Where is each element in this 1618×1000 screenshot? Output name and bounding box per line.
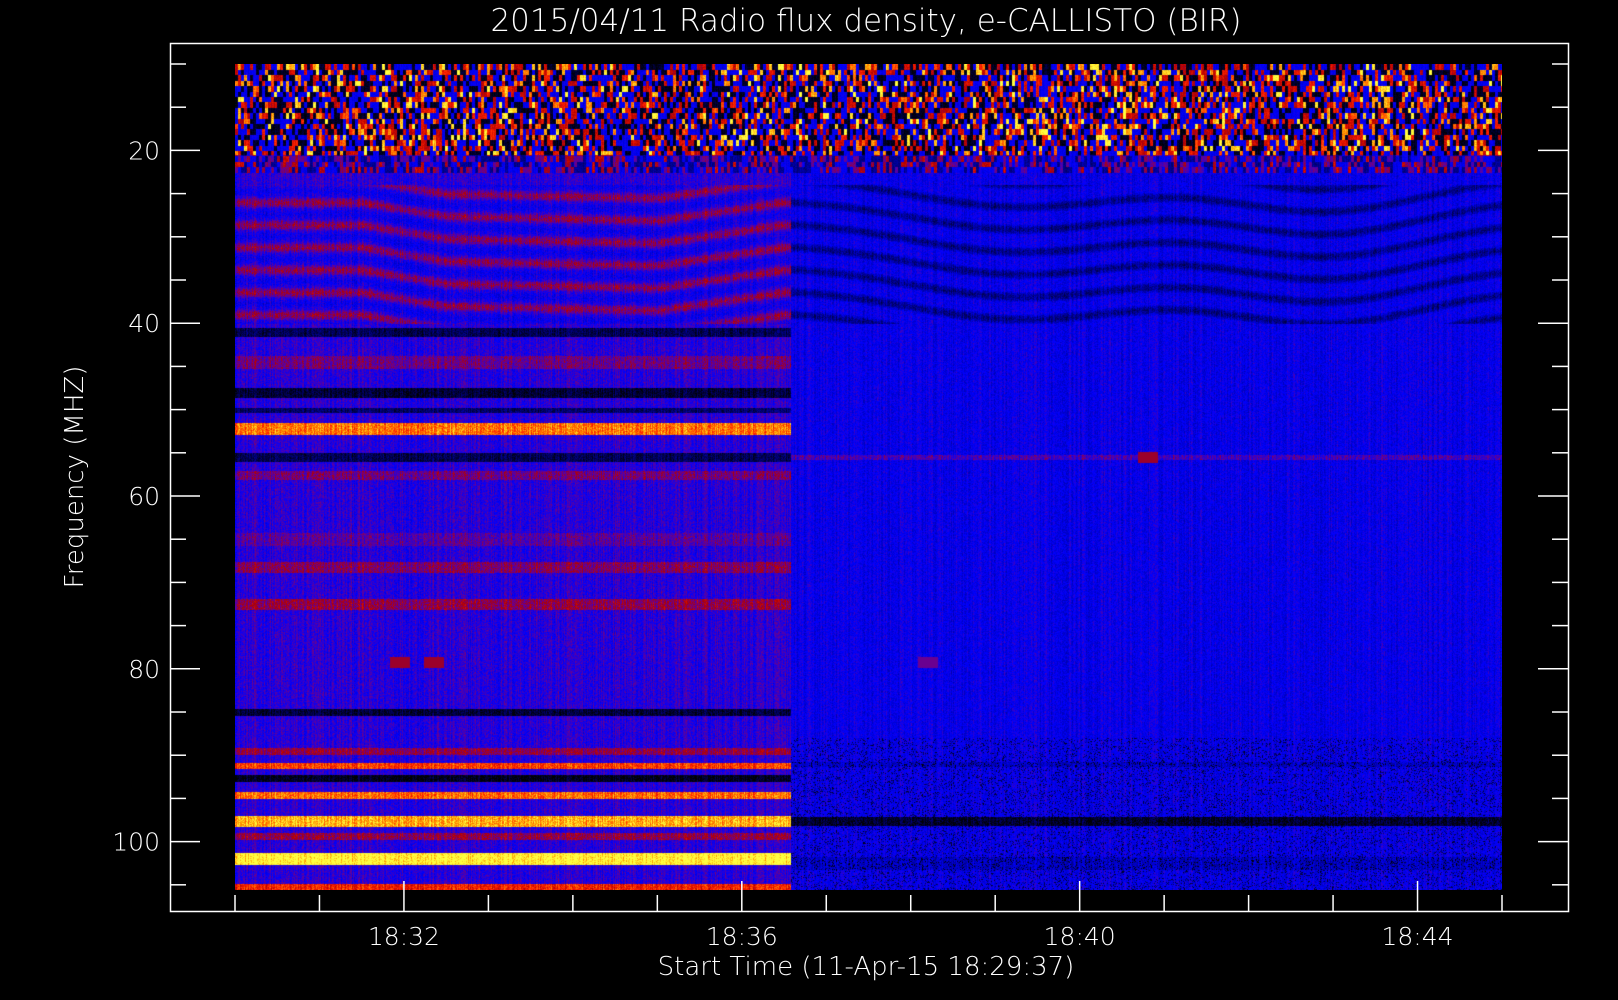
x-axis-label: Start Time (11-Apr-15 18:29:37)	[658, 952, 1075, 982]
y-tick-label: 100	[112, 828, 160, 857]
y-axis-label: Frequency (MHZ)	[60, 366, 90, 589]
y-tick-label: 80	[128, 655, 160, 684]
x-tick-label: 18:40	[1044, 922, 1116, 951]
plot-axes: 2015/04/11 Radio flux density, e-CALLIST…	[60, 3, 1570, 982]
y-tick-label: 20	[128, 136, 160, 165]
y-tick-label: 60	[128, 482, 160, 511]
y-tick-label: 40	[128, 309, 160, 338]
plot-frame	[169, 42, 1570, 913]
x-tick-label: 18:36	[706, 922, 778, 951]
x-tick-label: 18:44	[1382, 922, 1454, 951]
x-tick-label: 18:32	[368, 922, 440, 951]
chart-title: 2015/04/11 Radio flux density, e-CALLIST…	[490, 3, 1241, 39]
